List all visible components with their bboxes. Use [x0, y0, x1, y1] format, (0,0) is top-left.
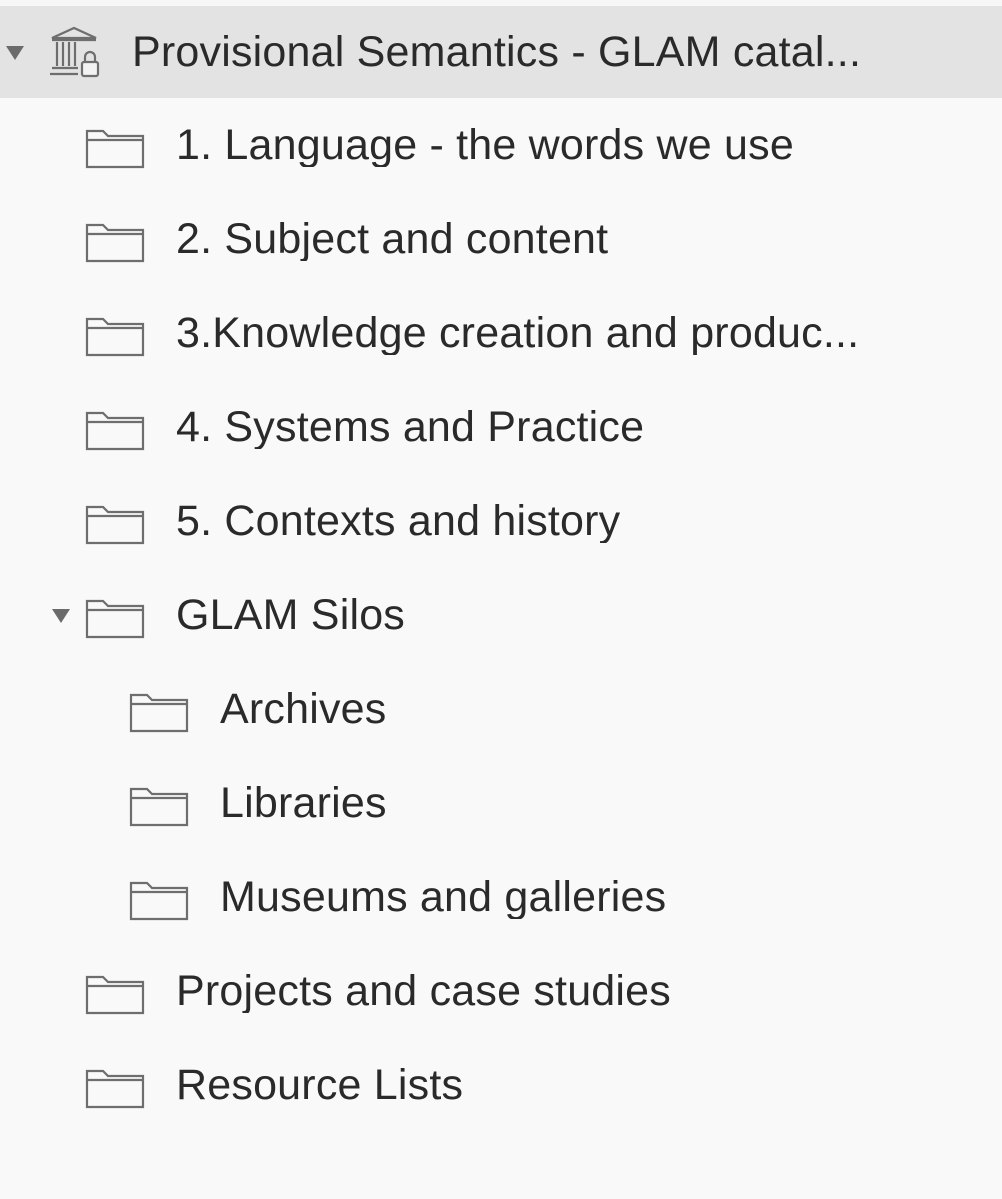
folder-icon [85, 115, 145, 175]
folder-icon [85, 209, 145, 269]
tree-folder-row[interactable]: Resource Lists [0, 1038, 1002, 1132]
folder-icon [85, 303, 145, 363]
tree-folder-row-expanded[interactable]: GLAM Silos [0, 568, 1002, 662]
tree-folder-label: Resource Lists [176, 1063, 464, 1107]
tree-subfolder-row[interactable]: Archives [0, 662, 1002, 756]
tree-folder-label: 4. Systems and Practice [176, 405, 645, 449]
tree-folder-row[interactable]: Projects and case studies [0, 944, 1002, 1038]
tree-folder-label: 1. Language - the words we use [176, 123, 794, 167]
disclosure-triangle-expanded-icon[interactable] [50, 604, 72, 626]
tree-folder-label: Museums and galleries [220, 875, 667, 919]
tree-folder-row[interactable]: 3.Knowledge creation and produc... [0, 286, 1002, 380]
tree-folder-row[interactable]: 2. Subject and content [0, 192, 1002, 286]
folder-icon [129, 773, 189, 833]
folder-icon [85, 397, 145, 457]
tree-folder-row[interactable]: 5. Contexts and history [0, 474, 1002, 568]
tree-root-library[interactable]: Provisional Semantics - GLAM catal... [0, 6, 1002, 98]
folder-icon [85, 491, 145, 551]
library-locked-icon [44, 22, 104, 82]
tree-folder-label: Archives [220, 687, 387, 731]
folder-icon [129, 679, 189, 739]
tree-folder-row[interactable]: 4. Systems and Practice [0, 380, 1002, 474]
tree-folder-label: GLAM Silos [176, 593, 406, 637]
tree-folder-label: Libraries [220, 781, 387, 825]
folder-icon [129, 867, 189, 927]
folder-icon [85, 1055, 145, 1115]
tree-folder-label: 2. Subject and content [176, 217, 609, 261]
tree-subfolder-row[interactable]: Museums and galleries [0, 850, 1002, 944]
tree-folder-label: 5. Contexts and history [176, 499, 621, 543]
sidebar-tree: Provisional Semantics - GLAM catal... 1.… [0, 6, 1002, 1199]
tree-root-label: Provisional Semantics - GLAM catal... [132, 30, 862, 74]
tree-folder-label: 3.Knowledge creation and produc... [176, 311, 860, 355]
tree-folder-label: Projects and case studies [176, 969, 671, 1013]
disclosure-triangle-expanded-icon[interactable] [4, 41, 26, 63]
folder-icon [85, 585, 145, 645]
tree-subfolder-row[interactable]: Libraries [0, 756, 1002, 850]
tree-folder-row[interactable]: 1. Language - the words we use [0, 98, 1002, 192]
folder-icon [85, 961, 145, 1021]
